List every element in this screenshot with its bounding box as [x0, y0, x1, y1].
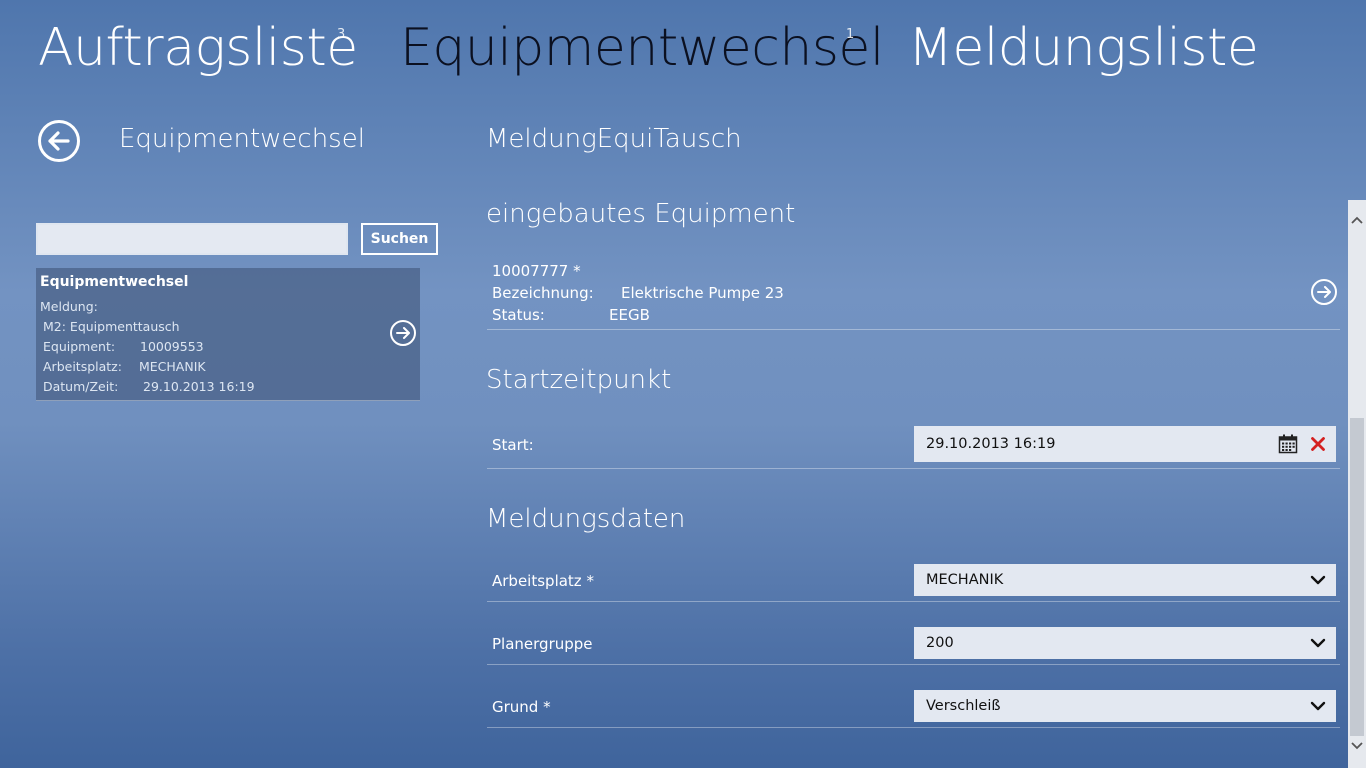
- open-item-button[interactable]: [390, 320, 416, 346]
- clear-icon[interactable]: [1311, 437, 1325, 455]
- chevron-down-icon: [1310, 701, 1326, 711]
- grund-select[interactable]: Verschleiß: [914, 690, 1336, 722]
- grund-label: Grund *: [492, 698, 551, 716]
- arbeitsplatz-selected: MECHANIK: [926, 572, 1004, 588]
- card-equipment-value: 10009553: [140, 339, 204, 354]
- chevron-down-icon: [1310, 575, 1326, 585]
- divider: [487, 601, 1340, 602]
- scrollbar-thumb[interactable]: [1350, 418, 1364, 736]
- start-datetime-value: 29.10.2013 16:19: [926, 436, 1056, 452]
- divider: [487, 329, 1340, 330]
- planergruppe-label: Planergruppe: [492, 635, 593, 653]
- detail-title: MeldungEquiTausch: [486, 124, 742, 154]
- chevron-down-icon: [1351, 742, 1363, 750]
- planergruppe-selected: 200: [926, 635, 954, 651]
- divider: [487, 664, 1340, 665]
- list-item-equipmentwechsel[interactable]: Equipmentwechsel Meldung: M2: Equipmentt…: [36, 268, 420, 401]
- bezeichnung-label: Bezeichnung:: [492, 284, 594, 302]
- card-datum-label: Datum/Zeit:: [43, 379, 119, 394]
- card-equipment-label: Equipment:: [43, 339, 116, 354]
- tab-auftragsliste-count: 3: [337, 27, 346, 42]
- card-title: Equipmentwechsel: [40, 274, 189, 290]
- calendar-icon[interactable]: [1278, 434, 1298, 458]
- tab-meldungsliste-label: Meldungsliste: [908, 18, 1259, 78]
- search-input[interactable]: [36, 223, 348, 255]
- arrow-right-icon: [396, 327, 410, 339]
- scroll-up-button[interactable]: [1348, 210, 1366, 230]
- grund-selected: Verschleiß: [926, 698, 1001, 714]
- card-meldung-value: M2: Equipmenttausch: [43, 319, 180, 334]
- start-datetime-field[interactable]: 29.10.2013 16:19: [914, 426, 1336, 462]
- open-equipment-button[interactable]: [1311, 279, 1337, 305]
- back-button[interactable]: [38, 120, 80, 162]
- arbeitsplatz-select[interactable]: MECHANIK: [914, 564, 1336, 596]
- tab-meldungsliste[interactable]: Meldungsliste: [908, 22, 1259, 74]
- start-section-heading: Startzeitpunkt: [486, 365, 672, 395]
- search-button[interactable]: Suchen: [361, 223, 438, 255]
- tab-equipmentwechsel-label: Equipmentwechsel: [400, 18, 884, 78]
- card-meldung-label: Meldung:: [40, 299, 98, 314]
- arrow-right-icon: [1317, 286, 1331, 298]
- chevron-down-icon: [1310, 638, 1326, 648]
- card-arbeitsplatz-value: MECHANIK: [139, 359, 206, 374]
- status-value: EEGB: [609, 306, 650, 324]
- card-datum-value: 29.10.2013 16:19: [143, 379, 255, 394]
- bezeichnung-value: Elektrische Pumpe 23: [621, 284, 784, 302]
- left-page-title: Equipmentwechsel: [119, 124, 365, 154]
- meldungsdaten-heading: Meldungsdaten: [486, 504, 686, 534]
- arbeitsplatz-label: Arbeitsplatz *: [492, 572, 594, 590]
- chevron-up-icon: [1351, 216, 1363, 224]
- planergruppe-select[interactable]: 200: [914, 627, 1336, 659]
- equipment-id: 10007777 *: [492, 262, 581, 280]
- tab-auftragsliste-label: Auftragsliste: [38, 18, 358, 78]
- start-label: Start:: [492, 436, 534, 454]
- status-label: Status:: [492, 306, 545, 324]
- tab-auftragsliste[interactable]: Auftragsliste: [38, 22, 358, 74]
- tab-equipmentwechsel-count: 1: [846, 27, 855, 42]
- tab-equipmentwechsel[interactable]: Equipmentwechsel: [400, 22, 884, 74]
- equipment-section-heading: eingebautes Equipment: [486, 199, 796, 229]
- scroll-down-button[interactable]: [1348, 736, 1366, 756]
- card-arbeitsplatz-label: Arbeitsplatz:: [43, 359, 122, 374]
- back-arrow-icon: [48, 131, 70, 151]
- divider: [487, 468, 1340, 469]
- divider: [487, 727, 1340, 728]
